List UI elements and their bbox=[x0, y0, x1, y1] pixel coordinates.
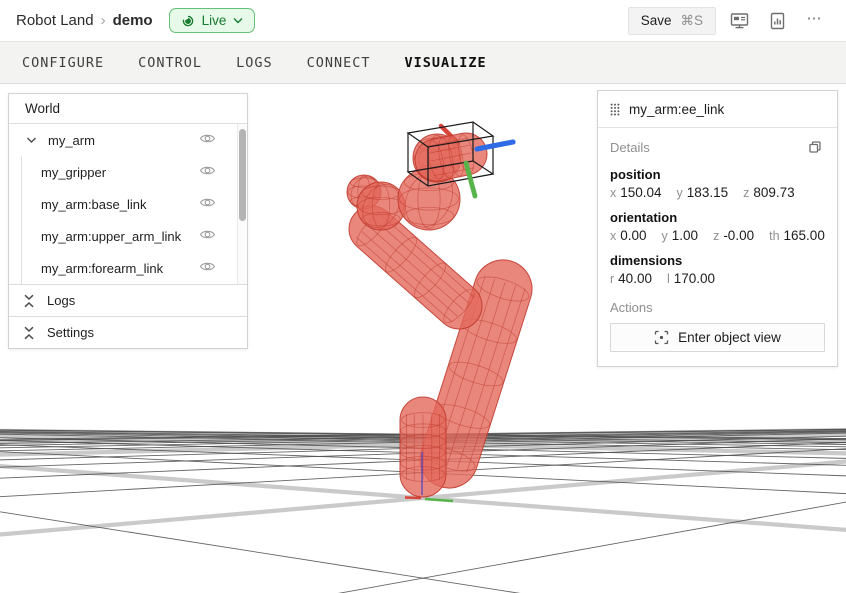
chevron-down-icon bbox=[26, 136, 37, 144]
group-name: orientation bbox=[610, 210, 825, 225]
save-shortcut: ⌘S bbox=[680, 13, 703, 29]
tree-scrollbar[interactable] bbox=[237, 124, 247, 284]
visibility-toggle-button[interactable] bbox=[199, 132, 216, 146]
drag-handle-icon[interactable] bbox=[610, 103, 620, 116]
live-label: Live bbox=[202, 13, 227, 28]
report-button[interactable] bbox=[762, 7, 792, 35]
section-label: Settings bbox=[47, 325, 94, 340]
object-details-panel: my_arm:ee_link Details position x150.04 y1… bbox=[597, 90, 838, 367]
tree-item-my-arm-forearm-link[interactable]: my_arm:forearm_link bbox=[9, 252, 247, 284]
tree-item-label: my_arm:forearm_link bbox=[41, 261, 163, 276]
tree-item-label: my_gripper bbox=[41, 165, 106, 180]
broadcast-icon bbox=[181, 14, 195, 28]
top-header: Robot Land › demo Live Save ⌘S bbox=[0, 0, 846, 42]
save-button[interactable]: Save ⌘S bbox=[628, 7, 716, 35]
tab-visualize[interactable]: VISUALIZE bbox=[404, 55, 486, 71]
eye-visibility-icon bbox=[199, 164, 216, 177]
monitor-icon bbox=[730, 12, 749, 29]
tab-connect[interactable]: CONNECT bbox=[307, 55, 371, 71]
save-label: Save bbox=[641, 13, 672, 28]
value-orientation-th: th165.00 bbox=[769, 228, 825, 243]
enter-object-view-button[interactable]: Enter object view bbox=[610, 323, 825, 352]
details-label: Details bbox=[610, 140, 650, 155]
breadcrumb-current: demo bbox=[113, 12, 153, 29]
chevron-down-icon bbox=[233, 17, 243, 24]
app-window: Robot Land › demo Live Save ⌘S bbox=[0, 0, 846, 593]
section-label: Logs bbox=[47, 293, 75, 308]
detail-group-dimensions: dimensions r40.00 l170.00 bbox=[610, 253, 825, 286]
tree-item-my-arm-upper-arm-link[interactable]: my_arm:upper_arm_link bbox=[9, 220, 247, 252]
value-dimensions-r: r40.00 bbox=[610, 271, 652, 286]
section-logs[interactable]: Logs bbox=[9, 284, 247, 316]
value-orientation-y: y1.00 bbox=[662, 228, 699, 243]
tree-item-my-arm[interactable]: my_arm bbox=[9, 124, 247, 156]
tab-bar: CONFIGURE CONTROL LOGS CONNECT VISUALIZE bbox=[0, 42, 846, 84]
tab-configure[interactable]: CONFIGURE bbox=[22, 55, 104, 71]
collapse-vertical-icon bbox=[23, 326, 35, 340]
ellipsis-icon: ⋯ bbox=[807, 9, 824, 27]
value-dimensions-l: l170.00 bbox=[667, 271, 715, 286]
section-settings[interactable]: Settings bbox=[9, 316, 247, 348]
visibility-toggle-button[interactable] bbox=[199, 196, 216, 210]
visibility-toggle-button[interactable] bbox=[199, 228, 216, 242]
tree-item-label: my_arm bbox=[48, 133, 95, 148]
focus-icon bbox=[654, 330, 669, 345]
group-name: dimensions bbox=[610, 253, 825, 268]
collapse-vertical-icon bbox=[23, 294, 35, 308]
actions-label: Actions bbox=[610, 300, 825, 315]
value-orientation-x: x0.00 bbox=[610, 228, 647, 243]
eye-visibility-icon bbox=[199, 228, 216, 241]
value-orientation-z: z-0.00 bbox=[713, 228, 754, 243]
eye-visibility-icon bbox=[199, 196, 216, 209]
tree-item-my-gripper[interactable]: my_gripper bbox=[9, 156, 247, 188]
report-file-icon bbox=[770, 12, 785, 30]
tree-item-my-arm-base-link[interactable]: my_arm:base_link bbox=[9, 188, 247, 220]
enter-object-view-label: Enter object view bbox=[678, 330, 781, 345]
value-position-x: x150.04 bbox=[610, 185, 662, 200]
eye-visibility-icon bbox=[199, 260, 216, 273]
visibility-toggle-button[interactable] bbox=[199, 164, 216, 178]
tab-logs[interactable]: LOGS bbox=[236, 55, 273, 71]
detail-group-position: position x150.04 y183.15 z809.73 bbox=[610, 167, 825, 200]
more-menu-button[interactable]: ⋯ bbox=[800, 7, 830, 35]
live-status-dropdown[interactable]: Live bbox=[169, 8, 256, 33]
world-panel: World my_armmy_grippermy_arm:base_linkmy… bbox=[8, 93, 248, 349]
eye-visibility-icon bbox=[199, 132, 216, 145]
breadcrumb-root[interactable]: Robot Land bbox=[16, 12, 94, 29]
copy-details-button[interactable] bbox=[805, 137, 825, 157]
selected-object-title: my_arm:ee_link bbox=[629, 102, 724, 117]
breadcrumb-separator-icon: › bbox=[101, 12, 106, 29]
group-name: position bbox=[610, 167, 825, 182]
tree-scrollbar-thumb[interactable] bbox=[239, 129, 246, 221]
copy-icon bbox=[807, 139, 823, 155]
breadcrumb: Robot Land › demo bbox=[16, 12, 153, 29]
tree-item-label: my_arm:upper_arm_link bbox=[41, 229, 181, 244]
visibility-toggle-button[interactable] bbox=[199, 260, 216, 274]
expand-toggle[interactable] bbox=[26, 136, 37, 144]
detail-group-orientation: orientation x0.00 y1.00 z-0.00 th165.00 bbox=[610, 210, 825, 243]
value-position-z: z809.73 bbox=[743, 185, 795, 200]
world-tree: my_arm my_gripper my_arm:base_link my_arm:u… bbox=[9, 124, 247, 284]
machine-monitor-button[interactable] bbox=[724, 7, 754, 35]
tab-control[interactable]: CONTROL bbox=[138, 55, 202, 71]
tree-item-label: my_arm:base_link bbox=[41, 197, 147, 212]
value-position-y: y183.15 bbox=[677, 185, 729, 200]
world-panel-title: World bbox=[9, 94, 247, 124]
